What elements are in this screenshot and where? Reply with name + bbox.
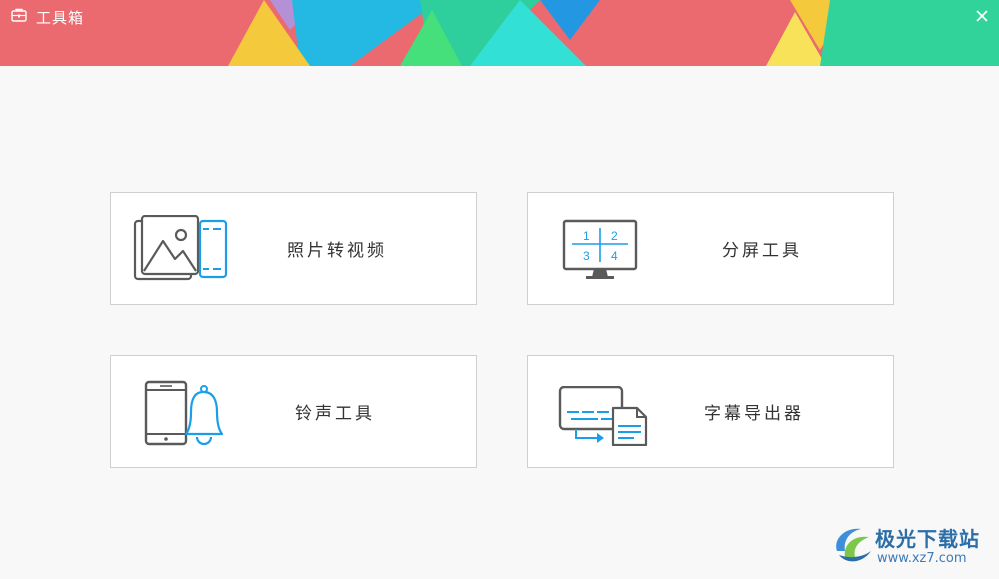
screen-number-3: 3 — [583, 249, 590, 263]
screen-number-4: 4 — [611, 249, 618, 263]
watermark-url: www.xz7.com — [877, 551, 967, 566]
split-screen-icon: 1 2 3 4 — [562, 219, 642, 285]
split-screen-card[interactable]: 1 2 3 4 分屏工具 — [527, 192, 894, 305]
subtitle-export-label: 字幕导出器 — [704, 404, 804, 424]
watermark: 极光下载站 www.xz7.com — [831, 521, 991, 573]
subtitle-export-icon — [558, 385, 650, 450]
ringtone-card[interactable]: 铃声工具 — [110, 355, 477, 468]
window-title: 工具箱 — [36, 8, 85, 27]
screen-number-2: 2 — [611, 229, 618, 243]
close-button[interactable] — [971, 5, 993, 27]
title-bar: 工具箱 — [0, 0, 999, 66]
screen-number-1: 1 — [583, 229, 590, 243]
subtitle-export-card[interactable]: 字幕导出器 — [527, 355, 894, 468]
toolbox-icon — [10, 7, 28, 27]
close-icon — [976, 7, 988, 26]
title-bar-banner — [0, 0, 999, 66]
aurora-logo-icon — [831, 521, 875, 571]
photo-to-video-card[interactable]: 照片转视频 — [110, 192, 477, 305]
split-screen-label: 分屏工具 — [722, 241, 802, 261]
ringtone-icon — [144, 380, 228, 450]
ringtone-label: 铃声工具 — [295, 404, 375, 424]
photo-to-video-label: 照片转视频 — [287, 241, 387, 261]
watermark-brand: 极光下载站 — [875, 527, 980, 551]
photo-to-video-icon — [133, 214, 229, 287]
